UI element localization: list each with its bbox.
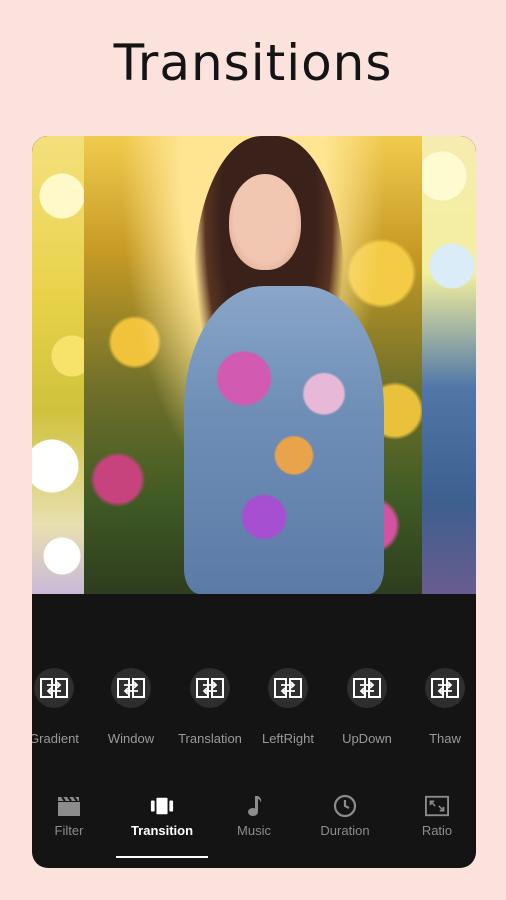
tab-label: Duration [320,823,370,838]
transition-options: Gradient Window Translation LeftRight Up… [32,668,476,748]
transition-label: Gradient [32,731,79,746]
bottom-toolbar: Filter Transition Music Duration Ratio [32,786,476,868]
previous-photo-thumbnail[interactable] [32,136,84,594]
tab-duration[interactable]: Duration [299,786,391,868]
active-tab-indicator [116,856,208,858]
tab-music[interactable]: Music [208,786,300,868]
transition-swap-icon [111,668,151,708]
transition-swap-icon [347,668,387,708]
tab-filter[interactable]: Filter [32,786,115,868]
page-headline: Transitions [113,34,393,92]
tab-label: Music [237,823,271,838]
clapperboard-icon [57,794,81,818]
tab-label: Ratio [421,823,453,838]
music-note-icon [242,794,266,818]
transition-swap-icon [268,668,308,708]
transition-label: UpDown [342,731,392,746]
tab-label: Filter [54,823,84,838]
transition-option-thaw[interactable]: Thaw [406,668,476,748]
transition-label: Translation [178,731,242,746]
transition-option-window[interactable]: Window [92,668,170,748]
transition-label: LeftRight [261,731,315,746]
transition-option-gradient[interactable]: Gradient [32,668,93,748]
transition-option-translation[interactable]: Translation [171,668,249,748]
transition-option-updown[interactable]: UpDown [328,668,406,748]
transition-icon [150,794,174,818]
photo-preview-carousel[interactable] [32,136,476,594]
app-mockup: Gradient Window Translation LeftRight Up… [32,136,476,868]
tab-ratio[interactable]: Ratio [391,786,476,868]
photo-subject-dress [184,286,384,594]
aspect-ratio-icon [425,794,449,818]
transition-swap-icon [34,668,74,708]
transition-option-leftright[interactable]: LeftRight [249,668,327,748]
tab-label: Transition [130,823,194,838]
transition-label: Thaw [429,731,461,746]
photo-subject-face [229,174,301,270]
next-photo-thumbnail[interactable] [422,136,476,594]
transition-swap-icon [190,668,230,708]
transition-swap-icon [425,668,465,708]
transition-label: Window [107,731,155,746]
current-photo[interactable] [84,136,422,594]
clock-icon [333,794,357,818]
